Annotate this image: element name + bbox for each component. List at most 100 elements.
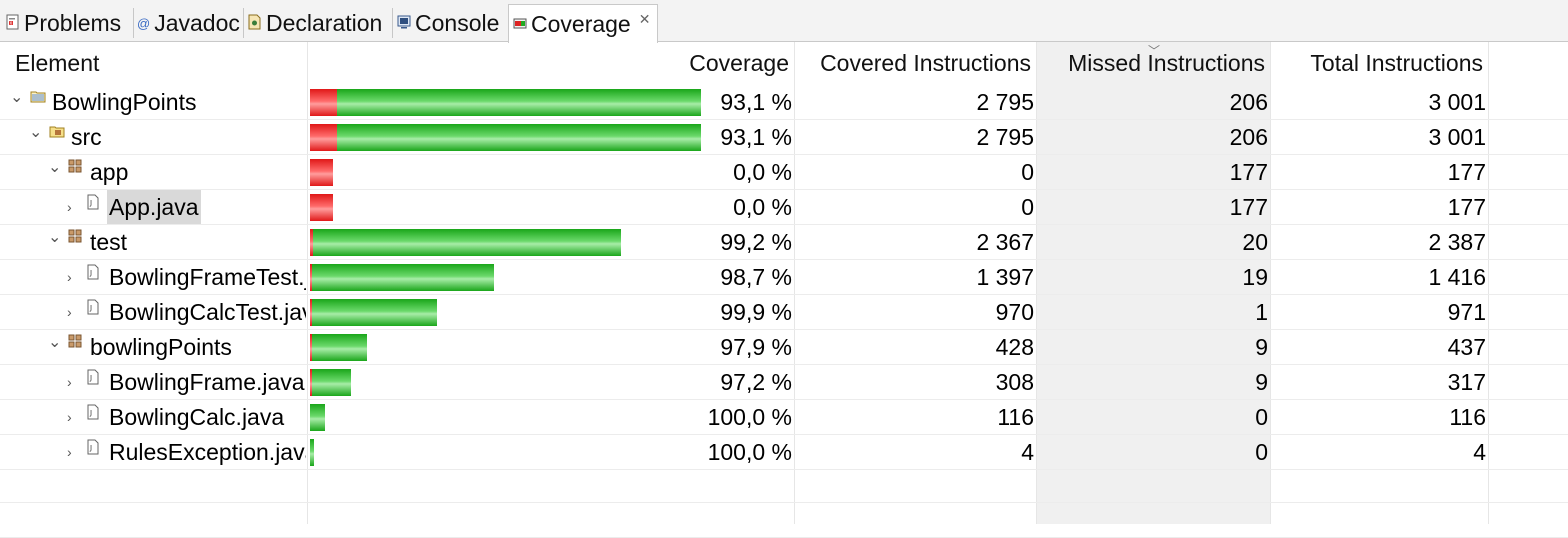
element-name[interactable]: BowlingPoints: [52, 85, 306, 120]
column-header-total-instructions[interactable]: Total Instructions: [1275, 50, 1483, 77]
table-row[interactable]: › J BowlingCalc.java 100,0 % 116 0 116: [0, 400, 1568, 435]
missed-instructions: 177: [1229, 194, 1268, 220]
chevron-down-icon[interactable]: ⌄: [48, 150, 61, 185]
missed-instructions: 9: [1255, 334, 1268, 360]
coverage-bar-covered: [310, 404, 326, 431]
table-row[interactable]: › J BowlingFrameTest.java 98,7 % 1 397 19 1 41…: [0, 260, 1568, 295]
covered-instructions: 2 795: [976, 124, 1034, 150]
empty-row: [0, 468, 1568, 503]
coverage-bar: [310, 229, 621, 256]
tab-label: Problems: [24, 9, 122, 36]
total-instructions: 971: [1447, 299, 1486, 325]
coverage-bar-missed: [310, 124, 337, 151]
table-row[interactable]: › J BowlingFrame.java 97,2 % 308 9 317: [0, 365, 1568, 400]
coverage-bar-covered: [312, 264, 495, 291]
table-row[interactable]: › J BowlingCalcTest.java 99,9 % 970 1 971: [0, 295, 1568, 330]
javadoc-icon: @: [137, 15, 151, 31]
chevron-right-icon[interactable]: ›: [67, 365, 72, 400]
covered-instructions: 308: [995, 369, 1034, 395]
chevron-right-icon[interactable]: ›: [67, 400, 72, 435]
missed-instructions: 0: [1255, 404, 1268, 430]
element-name[interactable]: App.java: [107, 190, 201, 225]
table-row[interactable]: ⌄ bowlingPoints 97,9 % 428 9 437: [0, 330, 1568, 365]
declaration-icon: [248, 14, 262, 32]
problems-icon: x: [6, 14, 20, 32]
column-header-element[interactable]: Element: [15, 50, 99, 77]
covered-instructions: 116: [997, 404, 1034, 430]
table-row[interactable]: › J App.java 0,0 % 0 177 177: [0, 190, 1568, 225]
total-instructions: 437: [1447, 334, 1486, 360]
covered-instructions: 428: [995, 334, 1034, 360]
coverage-bar-missed: [310, 159, 334, 186]
java-file-icon: J: [87, 194, 101, 210]
table-row[interactable]: ⌄ app 0,0 % 0 177 177: [0, 155, 1568, 190]
covered-instructions: 2 367: [976, 229, 1034, 255]
chevron-down-icon[interactable]: ⌄: [48, 220, 61, 255]
source-folder-icon: [49, 124, 65, 138]
coverage-percent: 93,1 %: [720, 124, 792, 150]
tab-console[interactable]: Console: [397, 4, 505, 42]
coverage-bar: [310, 194, 334, 221]
svg-text:J: J: [89, 409, 92, 417]
chevron-down-icon[interactable]: ⌄: [10, 80, 23, 115]
tab-problems[interactable]: x Problems: [6, 4, 130, 42]
package-icon: [68, 229, 82, 243]
table-row[interactable]: ⌄ src 93,1 % 2 795 206 3 001: [0, 120, 1568, 155]
chevron-right-icon[interactable]: ›: [67, 260, 72, 295]
element-name[interactable]: src: [71, 120, 306, 155]
coverage-percent: 97,2 %: [720, 369, 792, 395]
chevron-down-icon[interactable]: ⌄: [48, 325, 61, 360]
java-file-icon: J: [87, 439, 101, 455]
table-row[interactable]: ⌄ BowlingPoints 93,1 % 2 795 206 3 001: [0, 85, 1568, 120]
tab-coverage[interactable]: Coverage ✕: [508, 4, 658, 43]
tab-label: Javadoc: [154, 9, 240, 36]
coverage-percent: 98,7 %: [720, 264, 792, 290]
tab-javadoc[interactable]: @ Javadoc: [137, 4, 241, 42]
close-icon[interactable]: ✕: [639, 11, 651, 28]
coverage-bar-covered: [312, 229, 621, 256]
missed-instructions: 206: [1229, 89, 1268, 115]
chevron-right-icon[interactable]: ›: [67, 190, 72, 225]
coverage-bar: [310, 404, 326, 431]
coverage-bar-covered: [312, 369, 352, 396]
svg-text:J: J: [89, 444, 92, 452]
coverage-table: Element Coverage Covered Instructions Mi…: [0, 42, 1568, 538]
element-name[interactable]: BowlingFrame.java: [109, 365, 306, 400]
missed-instructions: 206: [1229, 124, 1268, 150]
missed-instructions: 0: [1255, 439, 1268, 465]
covered-instructions: 4: [1021, 439, 1034, 465]
element-name[interactable]: BowlingFrameTest.java: [109, 260, 306, 295]
chevron-right-icon[interactable]: ›: [67, 295, 72, 330]
package-icon: [68, 334, 82, 348]
total-instructions: 4: [1473, 439, 1486, 465]
chevron-right-icon[interactable]: ›: [67, 435, 72, 470]
element-name[interactable]: test: [90, 225, 306, 260]
coverage-percent: 0,0 %: [733, 194, 792, 220]
missed-instructions: 177: [1229, 159, 1268, 185]
coverage-percent: 100,0 %: [707, 439, 792, 465]
table-row[interactable]: › J RulesException.java 100,0 % 4 0 4: [0, 435, 1568, 470]
table-row[interactable]: ⌄ test 99,2 % 2 367 20 2 387: [0, 225, 1568, 260]
tab-declaration[interactable]: Declaration: [248, 4, 390, 42]
tab-label: Console: [415, 9, 500, 36]
total-instructions: 177: [1447, 159, 1486, 185]
coverage-percent: 99,9 %: [720, 299, 792, 325]
column-header-coverage[interactable]: Coverage: [600, 50, 789, 77]
missed-instructions: 20: [1242, 229, 1268, 255]
coverage-bar-missed: [310, 89, 337, 116]
total-instructions: 317: [1447, 369, 1486, 395]
element-name[interactable]: BowlingCalcTest.java: [109, 295, 306, 330]
tab-label: Coverage: [531, 10, 631, 37]
covered-instructions: 2 795: [976, 89, 1034, 115]
coverage-percent: 97,9 %: [720, 334, 792, 360]
coverage-percent: 99,2 %: [720, 229, 792, 255]
element-name[interactable]: bowlingPoints: [90, 330, 306, 365]
element-name[interactable]: app: [90, 155, 306, 190]
element-name[interactable]: BowlingCalc.java: [109, 400, 306, 435]
sort-descending-icon: ﹀: [1148, 44, 1161, 58]
column-header-covered-instructions[interactable]: Covered Instructions: [800, 50, 1031, 77]
view-tab-bar: x Problems @ Javadoc Declaration Console…: [0, 0, 1568, 43]
covered-instructions: 0: [1021, 159, 1034, 185]
element-name[interactable]: RulesException.java: [109, 435, 306, 470]
chevron-down-icon[interactable]: ⌄: [29, 115, 42, 150]
